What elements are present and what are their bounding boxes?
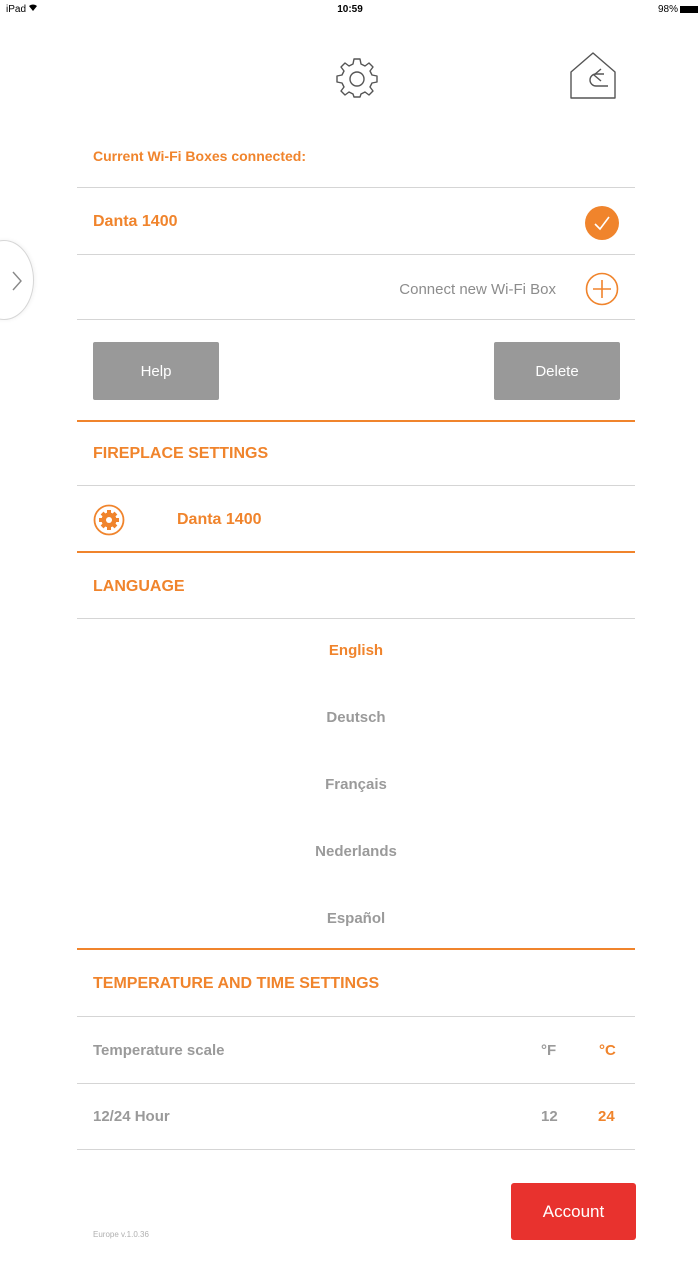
battery-percent: 98% bbox=[657, 4, 678, 15]
language-option-francais[interactable]: Français bbox=[0, 776, 700, 793]
divider bbox=[77, 254, 635, 255]
section-divider bbox=[77, 420, 635, 422]
temperature-scale-label: Temperature scale bbox=[93, 1042, 225, 1059]
hour-format-label: 12/24 Hour bbox=[93, 1108, 170, 1125]
delete-button[interactable]: Delete bbox=[494, 342, 620, 400]
home-exit-icon[interactable] bbox=[568, 50, 618, 102]
connect-new-box-label[interactable]: Connect new Wi-Fi Box bbox=[0, 281, 556, 298]
temp-option-celsius[interactable]: °C bbox=[599, 1042, 616, 1059]
check-icon bbox=[594, 216, 610, 231]
language-option-english[interactable]: English bbox=[0, 642, 700, 659]
hour-option-24[interactable]: 24 bbox=[598, 1108, 615, 1125]
divider bbox=[77, 1016, 635, 1017]
help-button[interactable]: Help bbox=[93, 342, 219, 400]
divider bbox=[77, 319, 635, 320]
hour-option-12[interactable]: 12 bbox=[541, 1108, 558, 1125]
divider bbox=[77, 485, 635, 486]
gear-icon[interactable] bbox=[336, 57, 378, 99]
section-divider bbox=[77, 948, 635, 950]
plus-circle-icon[interactable] bbox=[585, 272, 619, 306]
gear-filled-icon[interactable] bbox=[93, 504, 125, 536]
temp-time-title: TEMPERATURE AND TIME SETTINGS bbox=[93, 975, 380, 992]
connected-check-button[interactable] bbox=[585, 206, 619, 240]
account-button[interactable]: Account bbox=[511, 1183, 636, 1240]
clock: 10:59 bbox=[337, 4, 363, 15]
language-option-nederlands[interactable]: Nederlands bbox=[0, 843, 700, 860]
language-option-espanol[interactable]: Español bbox=[0, 910, 700, 927]
language-option-deutsch[interactable]: Deutsch bbox=[0, 709, 700, 726]
wifi-boxes-title: Current Wi-Fi Boxes connected: bbox=[93, 148, 307, 164]
divider bbox=[77, 1149, 635, 1150]
divider bbox=[77, 618, 635, 619]
battery-icon bbox=[680, 6, 698, 13]
divider bbox=[77, 187, 635, 188]
fireplace-name[interactable]: Danta 1400 bbox=[177, 511, 262, 529]
divider bbox=[77, 1083, 635, 1084]
connected-box-name[interactable]: Danta 1400 bbox=[93, 213, 178, 231]
section-divider bbox=[77, 551, 635, 553]
status-bar: iPad 10:59 98% bbox=[0, 0, 700, 22]
language-title: LANGUAGE bbox=[93, 578, 185, 595]
drawer-toggle-button[interactable] bbox=[0, 240, 34, 320]
fireplace-settings-title: FIREPLACE SETTINGS bbox=[93, 445, 269, 462]
version-label: Europe v.1.0.36 bbox=[93, 1230, 149, 1239]
temp-option-fahrenheit[interactable]: °F bbox=[541, 1042, 556, 1059]
